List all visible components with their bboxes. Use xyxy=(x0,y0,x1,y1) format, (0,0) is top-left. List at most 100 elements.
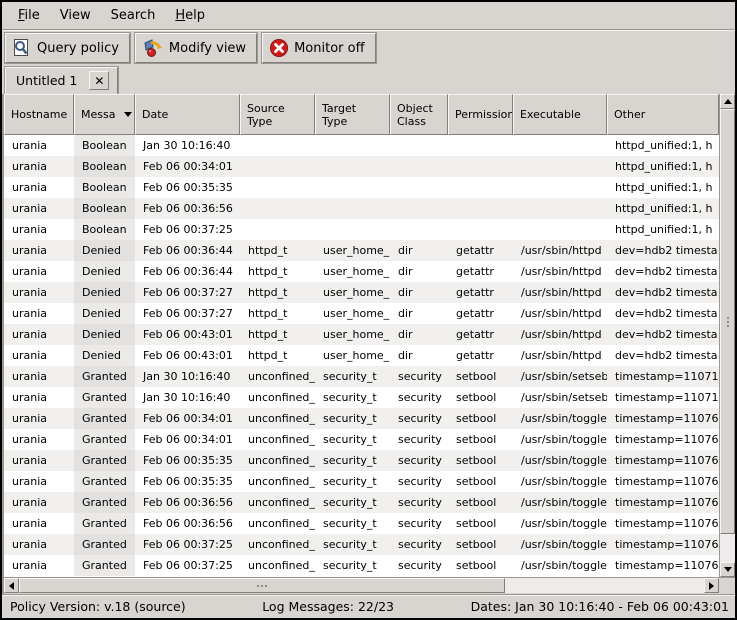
cell-date: Jan 30 10:16:40 xyxy=(135,387,240,408)
cell-source_type xyxy=(240,156,315,177)
table-row[interactable]: uraniaGrantedFeb 06 00:34:01unconfined_s… xyxy=(4,429,719,450)
cell-executable: /usr/sbin/setseb xyxy=(513,366,607,387)
table-row[interactable]: uraniaDeniedFeb 06 00:36:44httpd_tuser_h… xyxy=(4,261,719,282)
tab-close-button[interactable]: ✕ xyxy=(89,71,109,90)
column-header-permission[interactable]: Permission xyxy=(448,94,513,135)
column-header-hostname[interactable]: Hostname xyxy=(4,94,74,135)
menu-view[interactable]: View xyxy=(50,4,101,27)
cell-target_type: user_home_ xyxy=(315,261,390,282)
cell-other: timestamp=11076 xyxy=(607,513,719,534)
cell-object_class: security xyxy=(390,555,448,576)
table-row[interactable]: uraniaBooleanFeb 06 00:37:25httpd_unifie… xyxy=(4,219,719,240)
column-header-object_class[interactable]: Object Class xyxy=(390,94,448,135)
cell-message: Granted xyxy=(74,408,135,429)
table-row[interactable]: uraniaBooleanFeb 06 00:36:56httpd_unifie… xyxy=(4,198,719,219)
cell-object_class xyxy=(390,135,448,156)
cell-permission: setbool xyxy=(448,534,513,555)
scroll-up-button[interactable] xyxy=(720,94,735,109)
cell-permission: getattr xyxy=(448,261,513,282)
cell-source_type xyxy=(240,198,315,219)
scroll-right-button[interactable] xyxy=(704,578,719,593)
cell-source_type: httpd_t xyxy=(240,324,315,345)
cell-object_class xyxy=(390,156,448,177)
cell-permission xyxy=(448,198,513,219)
column-header-target_type[interactable]: Target Type xyxy=(315,94,390,135)
cell-source_type: unconfined_ xyxy=(240,471,315,492)
cell-target_type: security_t xyxy=(315,492,390,513)
cell-other: httpd_unified:1, h xyxy=(607,156,719,177)
table-row[interactable]: uraniaGrantedFeb 06 00:36:56unconfined_s… xyxy=(4,513,719,534)
horizontal-scroll-track[interactable] xyxy=(19,578,704,593)
column-header-executable[interactable]: Executable xyxy=(513,94,607,135)
cell-date: Feb 06 00:37:27 xyxy=(135,303,240,324)
column-label: Executable xyxy=(520,108,581,121)
modify-view-label: Modify view xyxy=(169,41,246,56)
cell-message: Boolean xyxy=(74,135,135,156)
table-row[interactable]: uraniaGrantedJan 30 10:16:40unconfined_s… xyxy=(4,387,719,408)
vertical-scrollbar[interactable] xyxy=(719,94,735,577)
cell-other: timestamp=11076 xyxy=(607,408,719,429)
table-row[interactable]: uraniaGrantedJan 30 10:16:40unconfined_s… xyxy=(4,366,719,387)
menu-file[interactable]: File xyxy=(8,4,50,27)
cell-source_type: unconfined_ xyxy=(240,366,315,387)
cell-message: Denied xyxy=(74,324,135,345)
table-row[interactable]: uraniaGrantedFeb 06 00:37:25unconfined_s… xyxy=(4,534,719,555)
cell-object_class: dir xyxy=(390,345,448,366)
vertical-scroll-thumb[interactable] xyxy=(720,109,735,534)
cell-object_class: dir xyxy=(390,303,448,324)
table-row[interactable]: uraniaBooleanFeb 06 00:35:35httpd_unifie… xyxy=(4,177,719,198)
close-icon: ✕ xyxy=(94,74,104,88)
table-row[interactable]: uraniaGrantedFeb 06 00:35:35unconfined_s… xyxy=(4,450,719,471)
cell-hostname: urania xyxy=(4,534,74,555)
modify-view-button[interactable]: Modify view xyxy=(135,33,257,63)
table-row[interactable]: uraniaDeniedFeb 06 00:43:01httpd_tuser_h… xyxy=(4,324,719,345)
scroll-down-button[interactable] xyxy=(720,562,735,577)
cell-date: Feb 06 00:34:01 xyxy=(135,408,240,429)
cell-message: Boolean xyxy=(74,198,135,219)
table-row[interactable]: uraniaDeniedFeb 06 00:37:27httpd_tuser_h… xyxy=(4,282,719,303)
scroll-left-button[interactable] xyxy=(4,578,19,593)
cell-permission: setbool xyxy=(448,366,513,387)
table-row[interactable]: uraniaDeniedFeb 06 00:36:44httpd_tuser_h… xyxy=(4,240,719,261)
cell-source_type: unconfined_ xyxy=(240,534,315,555)
horizontal-scroll-thumb[interactable] xyxy=(19,578,505,593)
table-row[interactable]: uraniaDeniedFeb 06 00:43:01httpd_tuser_h… xyxy=(4,345,719,366)
column-header-message[interactable]: Messa xyxy=(74,94,135,135)
table-row[interactable]: uraniaGrantedFeb 06 00:36:56unconfined_s… xyxy=(4,492,719,513)
column-label: Messa xyxy=(81,108,115,121)
tab-untitled-1[interactable]: Untitled 1 ✕ xyxy=(5,67,118,94)
table-row[interactable]: uraniaGrantedFeb 06 00:35:35unconfined_s… xyxy=(4,471,719,492)
column-header-date[interactable]: Date xyxy=(135,94,240,135)
table-row[interactable]: uraniaBooleanFeb 06 00:34:01httpd_unifie… xyxy=(4,156,719,177)
table-row[interactable]: uraniaGrantedFeb 06 00:34:01unconfined_s… xyxy=(4,408,719,429)
column-header-source_type[interactable]: Source Type xyxy=(240,94,315,135)
horizontal-scrollbar[interactable] xyxy=(4,577,719,593)
menu-search[interactable]: Search xyxy=(101,4,166,27)
table-row[interactable]: uraniaBooleanJan 30 10:16:40httpd_unifie… xyxy=(4,135,719,156)
table-row[interactable]: uraniaGrantedFeb 06 00:37:25unconfined_s… xyxy=(4,555,719,576)
menu-help[interactable]: Help xyxy=(165,4,215,27)
cell-object_class: security xyxy=(390,513,448,534)
vertical-scroll-track[interactable] xyxy=(720,109,735,562)
cell-other: timestamp=11071 xyxy=(607,387,719,408)
cell-object_class: security xyxy=(390,366,448,387)
cell-hostname: urania xyxy=(4,366,74,387)
table-row[interactable]: uraniaDeniedFeb 06 00:37:27httpd_tuser_h… xyxy=(4,303,719,324)
column-label: Object Class xyxy=(397,102,433,128)
cell-hostname: urania xyxy=(4,345,74,366)
cell-hostname: urania xyxy=(4,177,74,198)
query-policy-button[interactable]: Query policy xyxy=(5,33,130,63)
cell-permission xyxy=(448,177,513,198)
column-header-other[interactable]: Other xyxy=(607,94,719,135)
cell-target_type: security_t xyxy=(315,429,390,450)
cell-source_type: unconfined_ xyxy=(240,429,315,450)
monitor-off-button[interactable]: Monitor off xyxy=(262,33,375,63)
log-messages-status: Log Messages: 22/23 xyxy=(262,599,394,614)
cell-source_type xyxy=(240,219,315,240)
arrow-down-icon xyxy=(724,567,732,572)
column-label: Source Type xyxy=(247,102,285,128)
cell-executable: /usr/sbin/httpd xyxy=(513,261,607,282)
cell-executable: /usr/sbin/toggle xyxy=(513,555,607,576)
tab-strip: Untitled 1 ✕ xyxy=(2,65,735,94)
cell-executable: /usr/sbin/httpd xyxy=(513,282,607,303)
